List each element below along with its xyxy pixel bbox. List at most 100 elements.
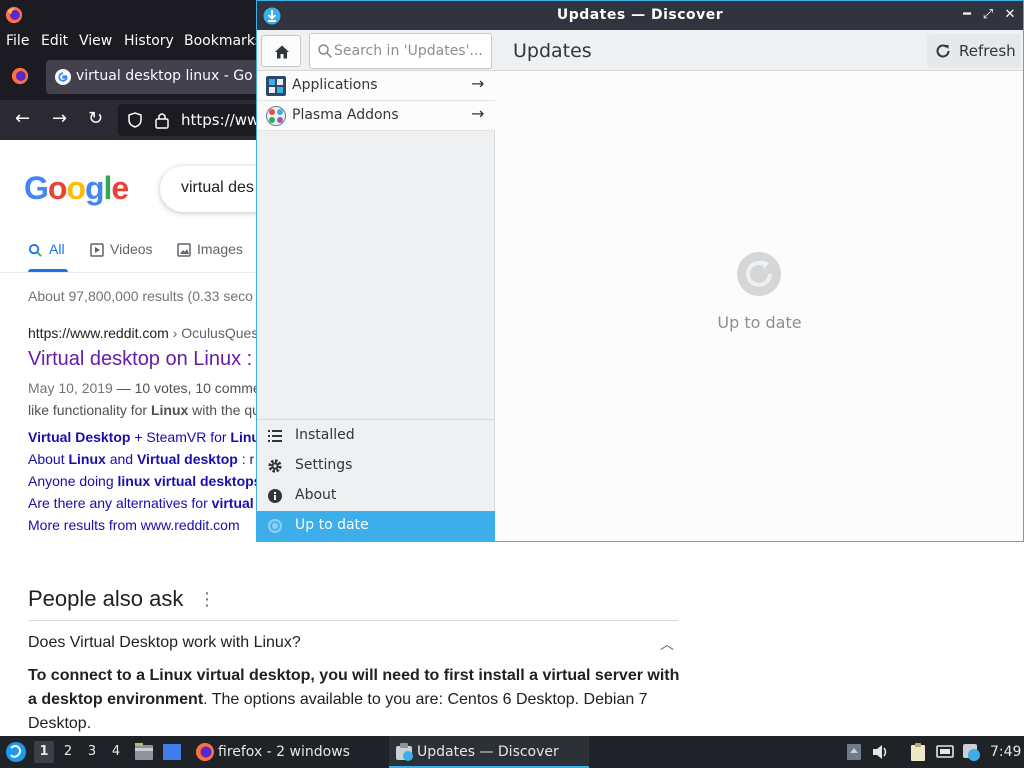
sidebar-item-label: About	[295, 487, 337, 503]
result-snippet: May 10, 2019 — 10 votes, 10 comme	[28, 380, 261, 396]
applications-icon	[266, 76, 286, 96]
refresh-icon	[936, 44, 950, 58]
google-logo[interactable]: Google	[24, 170, 129, 207]
forward-icon[interactable]: →	[52, 109, 67, 129]
minimize-icon[interactable]: ━	[959, 6, 975, 24]
sitelink[interactable]: Virtual Desktop + SteamVR for Linu	[28, 429, 260, 445]
sitelink[interactable]: About Linux and Virtual desktop : r	[28, 451, 254, 467]
search-input[interactable]	[334, 35, 490, 67]
refresh-button[interactable]: Refresh	[927, 34, 1021, 68]
tab-all[interactable]: All	[49, 241, 65, 257]
close-icon[interactable]: ✕	[1002, 6, 1018, 24]
menu-bookmarks[interactable]: Bookmarks	[184, 33, 262, 49]
update-notifier-icon[interactable]	[961, 742, 981, 762]
gear-icon	[268, 459, 282, 473]
sidebar-item-label: Applications	[292, 77, 378, 93]
main-content: Up to date	[496, 71, 1023, 541]
paa-question[interactable]: Does Virtual Desktop work with Linux?	[28, 634, 301, 652]
search-box[interactable]	[309, 33, 492, 69]
result-cite: https://www.reddit.com › OculusQues	[28, 325, 259, 341]
shield-icon[interactable]	[127, 112, 143, 128]
sidebar-item-installed[interactable]: Installed	[257, 421, 495, 451]
sidebar-item-settings[interactable]: Settings	[257, 451, 495, 481]
update-status-icon	[268, 519, 282, 533]
more-results-link[interactable]: More results from www.reddit.com	[28, 517, 240, 533]
home-icon	[275, 45, 289, 59]
status-text: Up to date	[717, 313, 802, 332]
update-status-icon	[737, 252, 781, 296]
task-label: firefox - 2 windows	[218, 744, 350, 760]
url-text: https://ww	[181, 111, 260, 129]
sidebar-item-label: Settings	[295, 457, 353, 473]
maximize-icon[interactable]: ⤢	[980, 6, 996, 24]
google-query: virtual des	[181, 179, 254, 196]
tab-videos[interactable]: Videos	[110, 241, 153, 257]
video-icon	[90, 243, 104, 257]
workspace-4[interactable]: 4	[106, 741, 126, 763]
tab-google-search[interactable]: virtual desktop linux - Go	[46, 60, 260, 94]
sidebar-item-plasma-addons[interactable]: Plasma Addons →	[257, 101, 495, 131]
sidebar-item-applications[interactable]: Applications →	[257, 71, 495, 101]
lock-icon	[155, 113, 169, 129]
firefox-icon	[196, 743, 214, 761]
task-firefox[interactable]: firefox - 2 windows	[192, 736, 382, 768]
people-also-ask-heading: People also ask	[28, 586, 184, 611]
sidebar: Applications → Plasma Addons → Installed	[257, 71, 495, 541]
volume-icon[interactable]	[871, 742, 891, 762]
firefox-icon[interactable]	[5, 6, 23, 24]
home-button[interactable]	[261, 35, 301, 67]
divider	[0, 272, 260, 273]
google-icon	[55, 69, 71, 85]
sidebar-item-label: Up to date	[295, 517, 369, 533]
more-options-icon[interactable]: ⋮	[198, 589, 216, 610]
taskbar: 1 2 3 4 firefox - 2 windows Updates — Di…	[0, 736, 1024, 768]
workspace-1[interactable]: 1	[34, 741, 54, 763]
notification-icon[interactable]	[844, 742, 864, 762]
result-title-link[interactable]: Virtual desktop on Linux :	[28, 348, 252, 371]
arrow-right-icon: →	[471, 104, 485, 123]
tab-images[interactable]: Images	[197, 241, 243, 257]
divider	[28, 620, 678, 621]
tab-title: virtual desktop linux - Go	[76, 68, 253, 84]
show-desktop-icon[interactable]	[162, 742, 182, 762]
discover-icon	[396, 743, 413, 761]
menu-edit[interactable]: Edit	[41, 33, 68, 49]
firefox-icon[interactable]	[11, 67, 29, 85]
url-bar[interactable]: https://ww	[118, 104, 268, 136]
discover-titlebar[interactable]: Updates — Discover ━ ⤢ ✕	[257, 1, 1023, 30]
refresh-label: Refresh	[959, 42, 1016, 60]
start-menu-icon[interactable]	[5, 741, 27, 763]
search-icon	[28, 243, 42, 257]
back-icon[interactable]: ←	[15, 109, 30, 129]
sidebar-item-label: Plasma Addons	[292, 107, 399, 123]
sidebar-item-up-to-date[interactable]: Up to date	[257, 511, 495, 541]
clock[interactable]: 7:49	[990, 744, 1021, 760]
chevron-up-icon[interactable]: ︿	[660, 634, 674, 654]
reload-icon[interactable]: ↻	[88, 109, 103, 129]
clipboard-icon[interactable]	[908, 742, 928, 762]
info-icon	[268, 489, 282, 503]
result-snippet: like functionality for Linux with the qu	[28, 402, 260, 418]
arrow-right-icon: →	[471, 74, 485, 93]
task-discover[interactable]: Updates — Discover	[389, 736, 589, 768]
sidebar-item-label: Installed	[295, 427, 355, 443]
sitelink[interactable]: Are there any alternatives for virtual	[28, 495, 254, 511]
workspace-2[interactable]: 2	[58, 741, 78, 763]
result-stats: About 97,800,000 results (0.33 seco	[28, 288, 253, 304]
task-label: Updates — Discover	[417, 744, 559, 760]
window-title: Updates — Discover	[556, 7, 724, 23]
sitelink[interactable]: Anyone doing linux virtual desktops	[28, 473, 261, 489]
list-icon	[268, 430, 282, 442]
file-manager-icon[interactable]	[134, 742, 154, 762]
workspace-3[interactable]: 3	[82, 741, 102, 763]
menu-view[interactable]: View	[79, 33, 112, 49]
sidebar-item-about[interactable]: About	[257, 481, 495, 511]
network-icon[interactable]	[935, 742, 955, 762]
page-title: Updates	[513, 40, 592, 62]
discover-window: Updates — Discover ━ ⤢ ✕ Updates Refresh	[256, 0, 1024, 542]
menu-file[interactable]: File	[6, 33, 29, 49]
menu-history[interactable]: History	[124, 33, 174, 49]
image-icon	[177, 243, 191, 257]
divider	[257, 419, 495, 420]
plasma-addons-icon	[266, 106, 286, 126]
